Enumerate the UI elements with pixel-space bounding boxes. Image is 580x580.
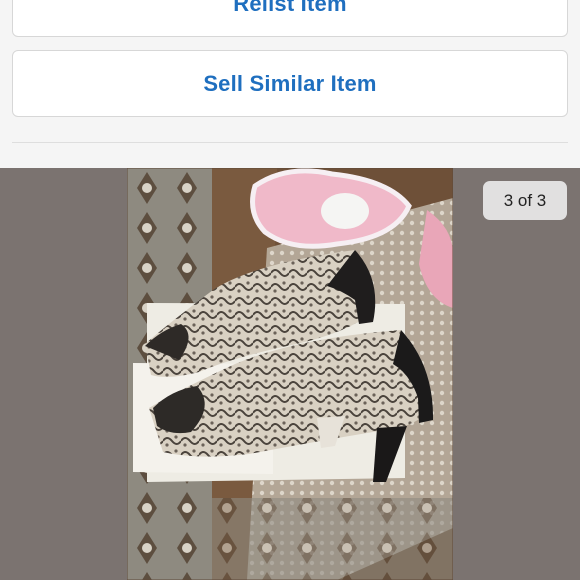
photo-counter-badge: 3 of 3 — [483, 181, 567, 220]
listing-photo[interactable] — [127, 168, 453, 580]
photo-gallery[interactable]: 3 of 3 — [0, 168, 580, 580]
shoe-photo-image — [127, 168, 453, 580]
divider — [12, 142, 568, 143]
relist-item-button[interactable]: Relist Item — [12, 0, 568, 37]
sell-similar-item-button[interactable]: Sell Similar Item — [12, 50, 568, 117]
action-panel: Relist Item Sell Similar Item — [0, 0, 580, 168]
